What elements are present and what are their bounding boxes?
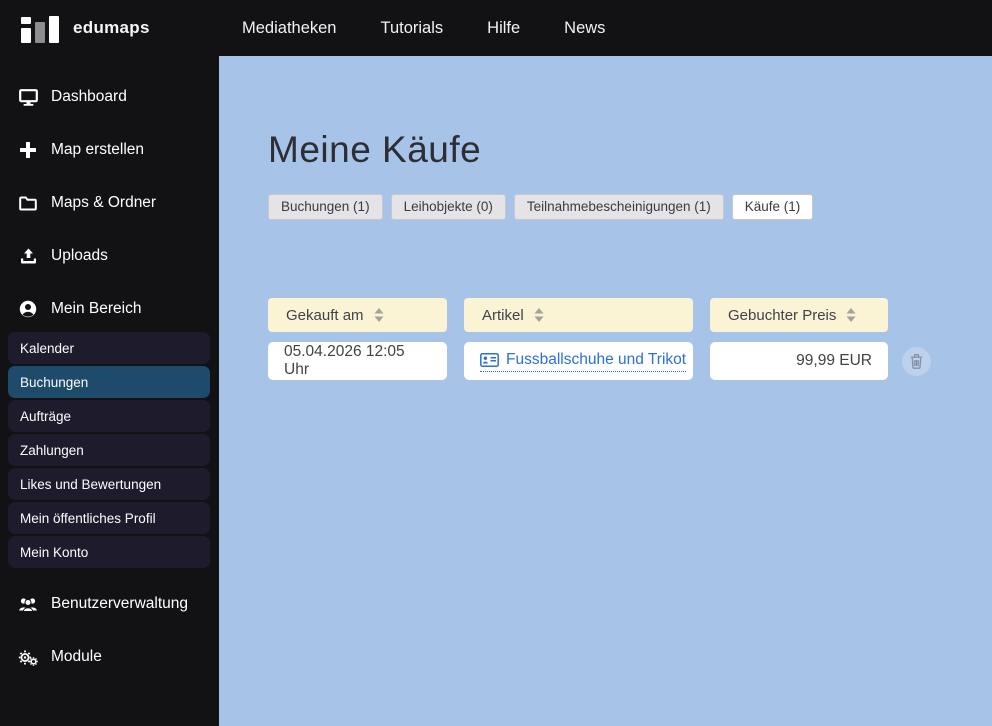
table-header-row: Gekauft am Artikel Gebuchter Preis <box>268 298 992 332</box>
upload-icon <box>17 248 39 265</box>
column-header-artikel[interactable]: Artikel <box>464 298 693 332</box>
sidebar-item-label: Mein Bereich <box>51 300 142 317</box>
cell-artikel: Fussballschuhe und Trikot <box>464 342 693 380</box>
sidebar: Dashboard Map erstellen Maps & Ordner Up… <box>0 56 219 726</box>
sidebar-item-module[interactable]: Module <box>0 642 219 672</box>
edumaps-logo-icon <box>21 13 59 43</box>
sidebar-item-maps-ordner[interactable]: Maps & Ordner <box>0 188 219 218</box>
cell-gebuchter-preis: 99,99 EUR <box>710 342 888 380</box>
column-header-label: Gebuchter Preis <box>728 306 837 324</box>
submenu-item-label: Kalender <box>20 340 75 356</box>
table-row: 05.04.2026 12:05 Uhr Fussballschuhe und … <box>268 342 992 380</box>
sort-icon[interactable] <box>846 308 856 322</box>
sort-icon[interactable] <box>374 308 384 322</box>
article-link-label: Fussballschuhe und Trikot <box>506 350 687 368</box>
submenu-item-label: Likes und Bewertungen <box>20 476 162 492</box>
submenu-item-mein-konto[interactable]: Mein Konto <box>8 536 210 568</box>
nav-news[interactable]: News <box>564 19 605 38</box>
sidebar-item-label: Maps & Ordner <box>51 194 157 211</box>
topbar: edumaps Mediatheken Tutorials Hilfe News <box>0 0 992 56</box>
sidebar-item-mein-bereich[interactable]: Mein Bereich <box>0 294 219 324</box>
sidebar-item-benutzerverwaltung[interactable]: Benutzerverwaltung <box>0 589 219 619</box>
sidebar-item-label: Module <box>51 648 102 665</box>
logo-text: edumaps <box>73 18 150 37</box>
user-circle-icon <box>17 300 39 318</box>
address-card-icon <box>480 352 499 367</box>
top-navigation: Mediatheken Tutorials Hilfe News <box>242 19 649 38</box>
page-title: Meine Käufe <box>268 129 482 170</box>
sidebar-item-label: Map erstellen <box>51 141 145 158</box>
submenu-item-likes-bewertungen[interactable]: Likes und Bewertungen <box>8 468 210 500</box>
trash-icon <box>910 353 923 369</box>
sidebar-item-uploads[interactable]: Uploads <box>0 241 219 271</box>
app-logo[interactable]: edumaps <box>0 13 219 43</box>
nav-mediatheken[interactable]: Mediatheken <box>242 19 336 38</box>
plus-icon <box>17 142 39 158</box>
column-header-gebuchter-preis[interactable]: Gebuchter Preis <box>710 298 888 332</box>
purchase-date: 05.04.2026 12:05 Uhr <box>284 343 405 378</box>
purchases-table: Gekauft am Artikel Gebuchter Preis 05.04… <box>268 298 992 380</box>
tab-kaeufe[interactable]: Käufe (1) <box>731 194 814 220</box>
gears-icon <box>17 649 39 666</box>
submenu-item-kalender[interactable]: Kalender <box>8 332 210 364</box>
folder-icon <box>17 196 39 211</box>
submenu-item-zahlungen[interactable]: Zahlungen <box>8 434 210 466</box>
column-header-label: Gekauft am <box>286 306 364 324</box>
desktop-icon <box>17 88 39 106</box>
tab-buchungen[interactable]: Buchungen (1) <box>268 194 383 220</box>
sidebar-item-dashboard[interactable]: Dashboard <box>0 82 219 112</box>
submenu-item-label: Mein öffentliches Profil <box>20 510 156 526</box>
column-header-label: Artikel <box>482 306 524 324</box>
tab-teilnahmebescheinigungen[interactable]: Teilnahmebescheinigungen (1) <box>513 194 724 220</box>
nav-hilfe[interactable]: Hilfe <box>487 19 520 38</box>
nav-tutorials[interactable]: Tutorials <box>380 19 443 38</box>
tab-bar: Buchungen (1) Leihobjekte (0) Teilnahmeb… <box>268 194 992 220</box>
delete-button[interactable] <box>902 346 931 376</box>
submenu-item-buchungen[interactable]: Buchungen <box>8 366 210 398</box>
sidebar-item-label: Dashboard <box>51 88 127 105</box>
main-content: Meine Käufe Buchungen (1) Leihobjekte (0… <box>219 56 992 726</box>
submenu-item-label: Aufträge <box>20 408 72 424</box>
sidebar-item-label: Benutzerverwaltung <box>51 595 188 612</box>
article-link[interactable]: Fussballschuhe und Trikot <box>480 350 687 372</box>
users-icon <box>17 597 39 612</box>
mein-bereich-submenu: Kalender Buchungen Aufträge Zahlungen Li… <box>8 332 210 568</box>
sort-icon[interactable] <box>534 308 544 322</box>
submenu-item-label: Buchungen <box>20 374 89 390</box>
submenu-item-label: Zahlungen <box>20 442 84 458</box>
submenu-item-oeffentliches-profil[interactable]: Mein öffentliches Profil <box>8 502 210 534</box>
column-header-gekauft-am[interactable]: Gekauft am <box>268 298 447 332</box>
tab-leihobjekte[interactable]: Leihobjekte (0) <box>390 194 506 220</box>
purchase-price: 99,99 EUR <box>796 352 872 369</box>
submenu-item-label: Mein Konto <box>20 544 89 560</box>
submenu-item-auftraege[interactable]: Aufträge <box>8 400 210 432</box>
sidebar-item-label: Uploads <box>51 247 108 264</box>
sidebar-item-map-erstellen[interactable]: Map erstellen <box>0 135 219 165</box>
cell-gekauft-am: 05.04.2026 12:05 Uhr <box>268 342 447 380</box>
